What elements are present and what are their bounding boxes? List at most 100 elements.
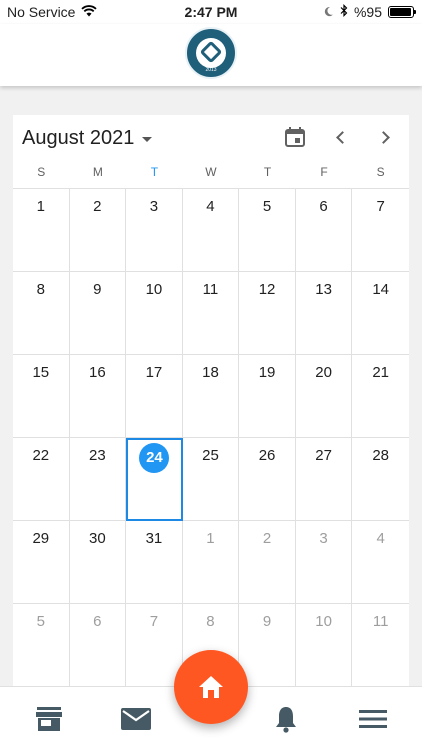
chevron-right-icon (376, 130, 390, 144)
day-number: 6 (93, 613, 102, 630)
day-number: 10 (145, 281, 163, 298)
day-cell[interactable]: 6 (295, 189, 353, 272)
day-number: 25 (202, 447, 219, 464)
day-cell[interactable]: 14 (352, 272, 409, 355)
day-number: 7 (149, 613, 159, 630)
day-number: 7 (376, 198, 385, 215)
day-cell[interactable]: 1 (182, 521, 240, 604)
prev-month-button[interactable] (326, 123, 354, 151)
day-cell[interactable]: 1 (13, 189, 70, 272)
day-cell[interactable]: 11 (182, 272, 240, 355)
day-cell[interactable]: 7 (126, 604, 183, 687)
day-cell[interactable]: 9 (69, 272, 127, 355)
day-number: 11 (372, 613, 389, 630)
logo-year: 2013 (205, 67, 217, 73)
day-number: 16 (89, 364, 106, 381)
day-cell[interactable]: 7 (352, 189, 409, 272)
weekday-label: F (320, 165, 328, 179)
status-right: %95 (323, 4, 416, 20)
chevron-down-icon (142, 137, 153, 142)
day-cell[interactable]: 30 (69, 521, 127, 604)
day-number: 26 (258, 447, 276, 464)
weekday-label: T (263, 165, 272, 179)
day-cell[interactable]: 16 (69, 355, 127, 438)
day-cell[interactable]: 3 (295, 521, 353, 604)
day-cell[interactable]: 18 (182, 355, 240, 438)
day-cell[interactable]: 21 (352, 355, 409, 438)
day-cell[interactable]: 13 (295, 272, 353, 355)
day-number: 1 (206, 530, 215, 547)
day-number: 14 (372, 281, 389, 298)
home-button[interactable] (174, 650, 248, 724)
month-selector[interactable]: August 2021 (22, 127, 153, 150)
day-number: 8 (36, 281, 45, 298)
day-cell[interactable]: 3 (126, 189, 183, 272)
day-number: 4 (376, 530, 385, 547)
nav-menu[interactable] (343, 687, 403, 750)
day-cell[interactable]: 5 (239, 189, 296, 272)
day-number: 9 (262, 613, 272, 630)
chevron-left-icon (335, 130, 349, 144)
weekday-label: T (150, 165, 159, 179)
logo[interactable]: 2013 (185, 27, 237, 79)
day-cell[interactable]: 10 (295, 604, 353, 687)
day-cell[interactable]: 15 (13, 355, 70, 438)
day-cell-selected[interactable]: 24 (126, 438, 183, 521)
menu-icon (359, 710, 387, 728)
day-cell[interactable]: 10 (126, 272, 183, 355)
day-cell[interactable]: 8 (13, 272, 70, 355)
day-cell[interactable]: 4 (352, 521, 409, 604)
day-cell[interactable]: 2 (239, 521, 296, 604)
day-cell[interactable]: 5 (13, 604, 70, 687)
home-icon (199, 676, 223, 698)
day-cell[interactable]: 25 (182, 438, 240, 521)
day-cell[interactable]: 17 (126, 355, 183, 438)
day-cell[interactable]: 4 (182, 189, 240, 272)
day-cell[interactable]: 28 (352, 438, 409, 521)
day-cell[interactable]: 22 (13, 438, 70, 521)
week-row: 29 30 31 1 2 3 4 (13, 521, 409, 604)
battery-percent: %95 (353, 4, 382, 20)
day-number: 5 (36, 613, 45, 630)
day-cell[interactable]: 26 (239, 438, 296, 521)
calendar-icon (285, 127, 305, 147)
day-number: 3 (319, 530, 328, 547)
month-title: August 2021 (22, 127, 135, 149)
day-cell[interactable]: 9 (239, 604, 296, 687)
day-cell[interactable]: 23 (69, 438, 127, 521)
battery-icon (388, 6, 416, 18)
weekday-label: S (376, 165, 385, 179)
day-number: 2 (93, 198, 102, 215)
day-cell[interactable]: 19 (239, 355, 296, 438)
next-month-button[interactable] (371, 123, 399, 151)
day-cell[interactable]: 2 (69, 189, 127, 272)
day-cell[interactable]: 27 (295, 438, 353, 521)
day-number: 23 (89, 447, 106, 464)
day-number: 31 (145, 530, 163, 547)
day-number: 1 (36, 198, 45, 215)
today-button[interactable] (281, 123, 309, 151)
day-number: 8 (206, 613, 215, 630)
day-cell[interactable]: 31 (126, 521, 183, 604)
day-cell[interactable]: 12 (239, 272, 296, 355)
day-number: 5 (262, 198, 272, 215)
day-number: 28 (372, 447, 389, 464)
day-cell[interactable]: 29 (13, 521, 70, 604)
day-cell[interactable]: 20 (295, 355, 353, 438)
day-number: 20 (315, 364, 332, 381)
day-number: 24 (139, 443, 170, 473)
week-row: 22 23 24 25 26 27 28 (13, 438, 409, 521)
day-number: 19 (258, 364, 276, 381)
nav-store[interactable] (19, 687, 79, 750)
status-bar: No Service 2:47 PM %95 (0, 0, 422, 24)
day-cell[interactable]: 6 (69, 604, 127, 687)
day-cell[interactable]: 11 (352, 604, 409, 687)
nav-messages[interactable] (106, 687, 166, 750)
nav-notifications[interactable] (256, 687, 316, 750)
weekday-header: SMTWTFS (13, 165, 409, 189)
day-number: 3 (149, 198, 159, 215)
day-number: 4 (206, 198, 215, 215)
day-number: 30 (89, 530, 106, 547)
day-number: 17 (145, 364, 163, 381)
day-number: 13 (315, 281, 332, 298)
